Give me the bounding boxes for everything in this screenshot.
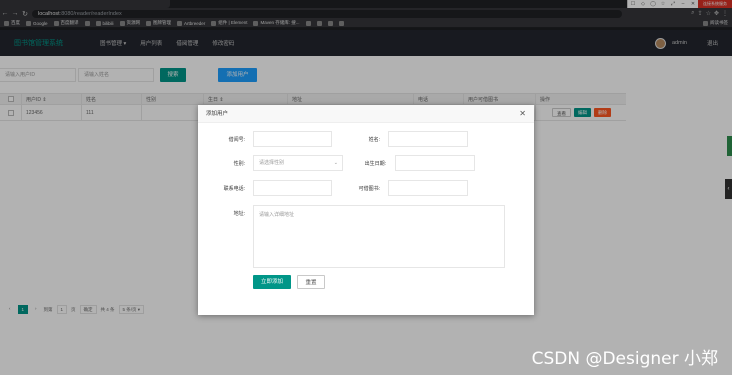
add-user-dialog: 添加用户 ✕ 借阅号: 姓名: 性别: 请选择性别 ⌄ 出生日期: 联系电话: … bbox=[198, 105, 534, 315]
birthday-label: 出生日期: bbox=[364, 161, 386, 167]
chevron-down-icon: ⌄ bbox=[333, 160, 338, 166]
address-textarea[interactable]: 请输入详细地址 bbox=[253, 205, 505, 268]
birthday-input[interactable] bbox=[395, 155, 475, 171]
address-label: 地址: bbox=[233, 211, 245, 217]
phone-input[interactable] bbox=[253, 180, 332, 196]
submit-button[interactable]: 立即添加 bbox=[253, 275, 291, 289]
card-number-input[interactable] bbox=[253, 131, 332, 147]
card-label: 借阅号: bbox=[228, 137, 245, 143]
name-field[interactable] bbox=[388, 131, 468, 147]
name-label: 姓名: bbox=[368, 137, 380, 143]
phone-label: 联系电话: bbox=[223, 186, 245, 192]
gender-label: 性别: bbox=[233, 161, 245, 167]
gender-select[interactable]: 请选择性别 ⌄ bbox=[253, 155, 343, 171]
dialog-title: 添加用户 bbox=[198, 105, 534, 123]
reset-button[interactable]: 重置 bbox=[297, 275, 325, 289]
gender-select-value: 请选择性别 bbox=[259, 160, 285, 166]
watermark: CSDN @Designer 小郑 bbox=[531, 349, 718, 369]
quota-label: 可借图书: bbox=[358, 186, 380, 192]
quota-input[interactable] bbox=[388, 180, 468, 196]
close-icon[interactable]: ✕ bbox=[519, 109, 526, 118]
